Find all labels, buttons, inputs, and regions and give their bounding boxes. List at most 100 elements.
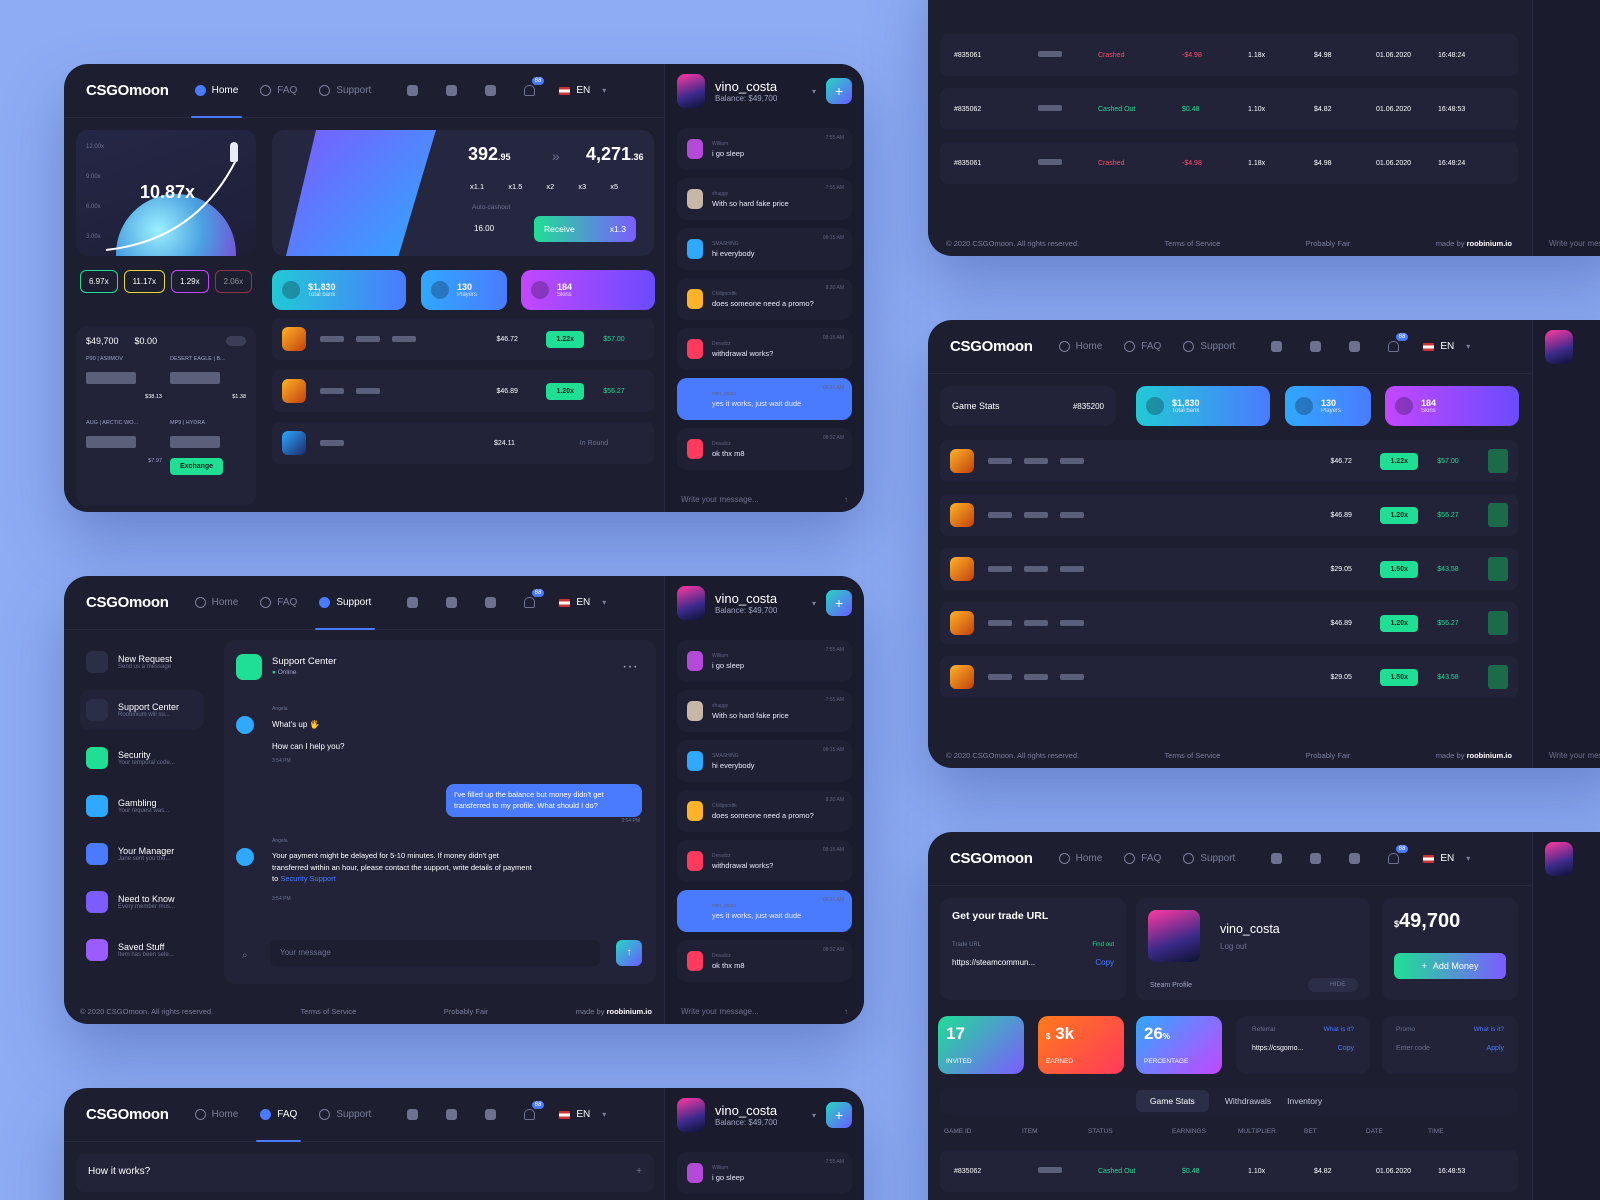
receive-button[interactable]: Receive x1.3 [534, 216, 636, 242]
nav-support[interactable]: Support [319, 1088, 371, 1142]
discord-icon[interactable] [1349, 853, 1361, 864]
multiplier-option[interactable]: x1.1 [470, 182, 484, 191]
fair-link[interactable]: Probably Fair [1306, 239, 1351, 248]
send-icon[interactable]: ↑ [844, 495, 848, 504]
nav-home[interactable]: Home [194, 576, 238, 630]
add-button[interactable]: + [826, 590, 852, 616]
support-menu-item[interactable]: Support Center Roobinium will su... [80, 690, 204, 730]
nav-faq[interactable]: FAQ [260, 576, 297, 630]
user-menu[interactable]: vino_costa Balance: $49,700 ▾ + [664, 576, 864, 630]
promo-input[interactable]: Enter code [1396, 1045, 1430, 1052]
terms-link[interactable]: Terms of Service [1164, 751, 1220, 760]
support-menu-item[interactable]: Saved Stuff Item has been sele... [80, 930, 204, 970]
support-input[interactable]: Your message [270, 940, 600, 966]
exchange-button[interactable]: Exchange [170, 458, 224, 475]
what-is-it-link[interactable]: What is it? [1324, 1026, 1354, 1033]
bell-icon[interactable]: 68 [1388, 333, 1409, 352]
hide-toggle[interactable]: HIDE [1308, 978, 1358, 992]
nav-home[interactable]: Home [190, 64, 242, 118]
security-support-link[interactable]: Security Support [280, 874, 335, 883]
telegram-icon[interactable] [1271, 853, 1283, 864]
telegram-icon[interactable] [407, 1109, 419, 1120]
nav-faq[interactable]: FAQ [1124, 832, 1161, 886]
nav-support[interactable]: Support [1183, 832, 1235, 886]
vk-icon[interactable] [446, 597, 458, 608]
vk-icon[interactable] [446, 1109, 458, 1120]
inventory-item[interactable]: MP9 | HYDRA Exchange [170, 420, 246, 476]
language-select[interactable]: EN ▾ [559, 597, 606, 608]
discord-icon[interactable] [1349, 341, 1361, 352]
tab-inventory[interactable]: Inventory [1287, 1096, 1322, 1106]
send-button[interactable]: ↑ [616, 940, 642, 966]
chat-placeholder[interactable]: Write your message... [1549, 239, 1600, 248]
nav-faq[interactable]: FAQ [256, 1088, 302, 1142]
send-icon[interactable]: ↑ [844, 1007, 848, 1016]
language-select[interactable]: EN ▾ [1423, 341, 1470, 352]
bell-icon[interactable]: 68 [524, 77, 545, 96]
fair-link[interactable]: Probably Fair [1306, 751, 1351, 760]
chevron-down-icon[interactable]: ▾ [812, 1111, 816, 1120]
nav-support[interactable]: Support [315, 576, 376, 630]
nav-faq[interactable]: FAQ [1124, 320, 1161, 374]
attach-icon[interactable]: ⌕ [242, 950, 248, 961]
chevron-down-icon[interactable]: ▾ [812, 599, 816, 608]
nav-support[interactable]: Support [319, 64, 371, 118]
nav-home[interactable]: Home [194, 1088, 238, 1142]
faq-item[interactable]: How it works? + [76, 1154, 654, 1192]
referral-url[interactable]: https://csgomo... [1252, 1045, 1303, 1052]
discord-icon[interactable] [485, 85, 497, 96]
inventory-item[interactable]: P90 | ASIIMOV $38.13 [86, 356, 162, 412]
multiplier-option[interactable]: x5 [610, 182, 618, 191]
nav-support[interactable]: Support [1183, 320, 1235, 374]
nav-home[interactable]: Home [1058, 832, 1102, 886]
toggle[interactable] [226, 336, 246, 346]
what-is-it-link[interactable]: What is it? [1474, 1026, 1504, 1033]
telegram-icon[interactable] [407, 597, 419, 608]
auto-cashout-input[interactable]: 16.00 [474, 224, 494, 233]
logout-link[interactable]: Log out [1220, 942, 1247, 951]
multiplier-option[interactable]: x3 [578, 182, 586, 191]
chat-input[interactable]: Write your message... ↑ [681, 1007, 848, 1016]
telegram-icon[interactable] [407, 85, 419, 96]
telegram-icon[interactable] [1271, 341, 1283, 352]
tab-game-stats[interactable]: Game Stats [1135, 1090, 1209, 1112]
vk-icon[interactable] [446, 85, 458, 96]
chat-input[interactable]: Write your message... ↑ [681, 495, 848, 504]
made-by-link[interactable]: roobinium.io [1467, 751, 1512, 760]
nav-home[interactable]: Home [1058, 320, 1102, 374]
add-button[interactable]: + [826, 1102, 852, 1128]
language-select[interactable]: EN ▾ [559, 1109, 606, 1120]
copy-button[interactable]: Copy [1095, 958, 1114, 967]
tab-withdrawals[interactable]: Withdrawals [1225, 1096, 1271, 1106]
inventory-item[interactable]: DESERT EAGLE | B... $1.38 [170, 356, 246, 412]
user-menu[interactable]: vino_costa Balance: $49,700 ▾ + [664, 1088, 864, 1142]
support-menu-item[interactable]: New Request Send us a message [80, 642, 204, 682]
chat-placeholder[interactable]: Write your message... [1549, 751, 1600, 760]
nav-faq[interactable]: FAQ [260, 64, 297, 118]
support-menu-item[interactable]: Need to Know Every member mus... [80, 882, 204, 922]
made-by-link[interactable]: roobinium.io [607, 1007, 652, 1016]
discord-icon[interactable] [485, 597, 497, 608]
made-by-link[interactable]: roobinium.io [1467, 239, 1512, 248]
fair-link[interactable]: Probably Fair [444, 1007, 489, 1016]
vk-icon[interactable] [1310, 341, 1322, 352]
bell-icon[interactable]: 68 [524, 589, 545, 608]
apply-button[interactable]: Apply [1486, 1045, 1504, 1052]
trade-url-input[interactable]: https://steamcommun... [952, 958, 1035, 967]
chevron-down-icon[interactable]: ▾ [812, 87, 816, 96]
vk-icon[interactable] [1310, 853, 1322, 864]
multiplier-option[interactable]: x2 [546, 182, 554, 191]
support-menu-item[interactable]: Security Your temporal code... [80, 738, 204, 778]
inventory-item[interactable]: AUG | ARCTIC WO... $7.97 [86, 420, 162, 476]
copy-button[interactable]: Copy [1338, 1045, 1354, 1052]
add-money-button[interactable]: + Add Money [1394, 953, 1506, 979]
find-out-link[interactable]: Find out [1092, 942, 1114, 948]
language-select[interactable]: EN ▾ [1423, 853, 1470, 864]
support-menu-item[interactable]: Your Manager Jane sent you the... [80, 834, 204, 874]
discord-icon[interactable] [485, 1109, 497, 1120]
support-menu-item[interactable]: Gambling Your request was... [80, 786, 204, 826]
terms-link[interactable]: Terms of Service [1164, 239, 1220, 248]
add-button[interactable]: + [826, 78, 852, 104]
terms-link[interactable]: Terms of Service [300, 1007, 356, 1016]
more-icon[interactable]: ··· [622, 658, 638, 676]
